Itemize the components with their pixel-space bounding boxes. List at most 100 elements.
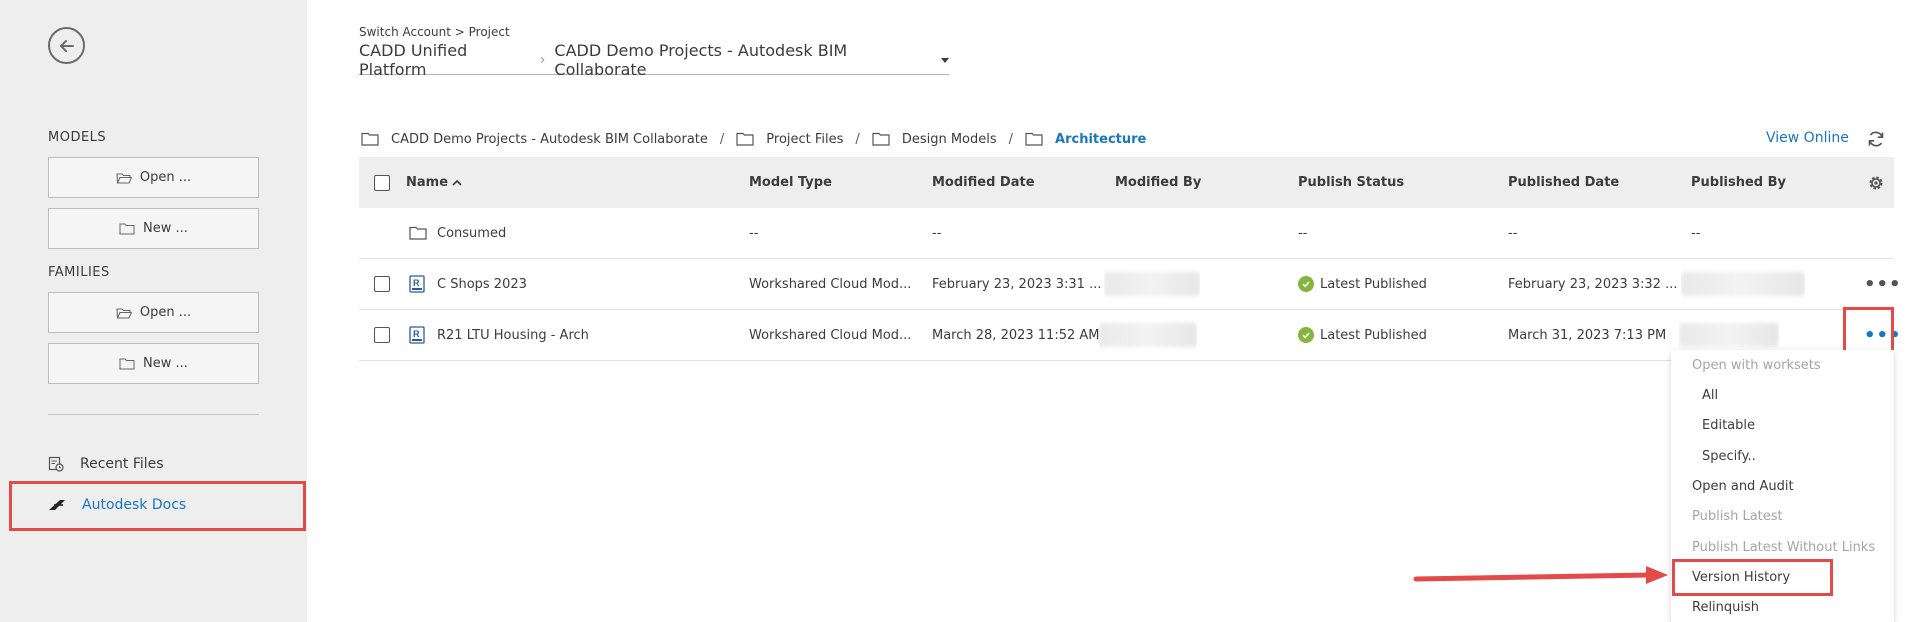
publish-status-label: Latest Published bbox=[1320, 276, 1427, 292]
row-model-type: Workshared Cloud Mod... bbox=[749, 276, 912, 292]
back-button[interactable] bbox=[48, 27, 85, 64]
folder-icon bbox=[119, 358, 135, 369]
models-open-label: Open ... bbox=[139, 170, 192, 185]
row-checkbox-cell[interactable] bbox=[374, 310, 390, 360]
redacted-user bbox=[1681, 272, 1805, 296]
row-modified-by bbox=[1104, 259, 1200, 309]
project-name: CADD Demo Projects - Autodesk BIM Collab… bbox=[554, 41, 848, 79]
account-name: CADD Unified Platform bbox=[359, 41, 468, 79]
select-all-checkbox-cell[interactable] bbox=[374, 157, 390, 208]
breadcrumb-current-architecture: Architecture bbox=[1055, 131, 1147, 147]
version-history-highlight-box bbox=[1672, 559, 1833, 596]
row-name[interactable]: C Shops 2023 bbox=[437, 259, 527, 309]
more-options-icon[interactable]: ••• bbox=[1864, 274, 1902, 295]
row-modified-date: March 28, 2023 11:52 AM bbox=[932, 327, 1100, 343]
column-published-by[interactable]: Published By bbox=[1691, 157, 1786, 208]
chevron-right-icon: › bbox=[539, 52, 546, 68]
folder-icon bbox=[736, 132, 754, 146]
revit-file-icon: R bbox=[409, 326, 425, 344]
row-checkbox[interactable] bbox=[374, 276, 390, 292]
menu-item-publish-latest: Publish Latest bbox=[1692, 508, 1783, 524]
row-name[interactable]: Consumed bbox=[437, 208, 506, 258]
row-actions-button[interactable]: ••• bbox=[1864, 259, 1902, 309]
table-row[interactable]: Consumed -- -- -- -- -- bbox=[359, 208, 1894, 259]
column-name[interactable]: Name bbox=[406, 157, 463, 208]
folder-breadcrumb: CADD Demo Projects - Autodesk BIM Collab… bbox=[361, 128, 1146, 150]
annotation-arrow-icon bbox=[1413, 566, 1668, 584]
menu-item-relinquish[interactable]: Relinquish bbox=[1671, 592, 1894, 622]
menu-item-open-and-audit[interactable]: Open and Audit bbox=[1671, 471, 1894, 501]
row-published-date: February 23, 2023 3:32 ... bbox=[1508, 276, 1678, 292]
svg-text:R: R bbox=[413, 278, 420, 288]
models-section-label: MODELS bbox=[48, 130, 107, 145]
column-publish-status[interactable]: Publish Status bbox=[1298, 157, 1404, 208]
breadcrumb-separator: / bbox=[1008, 131, 1014, 147]
table-row[interactable]: R C Shops 2023 Workshared Cloud Mod... F… bbox=[359, 259, 1901, 310]
chevron-down-icon bbox=[941, 57, 949, 63]
redacted-user bbox=[1099, 323, 1197, 347]
check-circle-icon bbox=[1298, 276, 1314, 292]
models-open-button[interactable]: Open ... bbox=[48, 157, 259, 198]
recent-files-label: Recent Files bbox=[80, 456, 164, 472]
recent-files-icon bbox=[48, 456, 64, 472]
table-header: Name Model Type Modified Date Modified B… bbox=[359, 157, 1894, 208]
menu-item-all[interactable]: All bbox=[1671, 380, 1894, 410]
row-file-icon-cell: R bbox=[409, 259, 425, 309]
row-published-by bbox=[1681, 259, 1805, 309]
menu-item-publish-latest-without-links: Publish Latest Without Links bbox=[1692, 539, 1876, 555]
folder-icon bbox=[409, 226, 427, 240]
breadcrumb-design-models[interactable]: Design Models bbox=[902, 132, 997, 147]
select-all-checkbox[interactable] bbox=[374, 174, 390, 191]
row-publish-status: Latest Published bbox=[1298, 259, 1427, 309]
column-modified-by[interactable]: Modified By bbox=[1115, 157, 1201, 208]
gear-icon[interactable] bbox=[1867, 174, 1885, 192]
check-circle-icon bbox=[1298, 327, 1314, 343]
column-settings[interactable] bbox=[1867, 157, 1885, 208]
models-new-label: New ... bbox=[143, 221, 188, 236]
menu-item-open-with-worksets: Open with worksets bbox=[1692, 357, 1821, 373]
open-folder-icon bbox=[116, 308, 132, 318]
row-file-icon-cell: R bbox=[409, 310, 425, 360]
revit-file-icon: R bbox=[409, 275, 425, 293]
redacted-user bbox=[1104, 272, 1200, 296]
column-model-type[interactable]: Model Type bbox=[749, 157, 832, 208]
families-section-label: FAMILIES bbox=[48, 265, 110, 280]
breadcrumb-project[interactable]: CADD Demo Projects - Autodesk BIM Collab… bbox=[391, 132, 708, 147]
families-open-label: Open ... bbox=[139, 305, 192, 320]
models-new-button[interactable]: New ... bbox=[48, 208, 259, 249]
sidebar-item-recent-files[interactable]: Recent Files bbox=[48, 456, 164, 472]
column-name-label: Name bbox=[406, 175, 449, 190]
breadcrumb-project-files[interactable]: Project Files bbox=[766, 132, 843, 147]
row-checkbox-cell[interactable] bbox=[374, 259, 390, 309]
publish-status-label: Latest Published bbox=[1320, 327, 1427, 343]
svg-text:R: R bbox=[413, 329, 420, 339]
menu-item-editable[interactable]: Editable bbox=[1671, 410, 1894, 440]
row-modified-by bbox=[1099, 310, 1197, 360]
families-new-label: New ... bbox=[143, 356, 188, 371]
row-model-type: Workshared Cloud Mod... bbox=[749, 327, 912, 343]
redacted-user bbox=[1679, 323, 1779, 347]
row-name[interactable]: R21 LTU Housing - Arch bbox=[437, 310, 589, 360]
back-arrow-icon bbox=[59, 39, 74, 52]
row-publish-status: Latest Published bbox=[1298, 310, 1427, 360]
column-modified-date[interactable]: Modified Date bbox=[932, 157, 1035, 208]
menu-item-specify[interactable]: Specify.. bbox=[1671, 441, 1894, 471]
row-folder-icon-cell bbox=[409, 208, 427, 258]
row-published-by: -- bbox=[1691, 225, 1701, 241]
view-online-link[interactable]: View Online bbox=[1766, 130, 1849, 146]
families-new-button[interactable]: New ... bbox=[48, 343, 259, 384]
row-modified-date: -- bbox=[932, 225, 942, 241]
folder-icon bbox=[872, 132, 890, 146]
row-checkbox[interactable] bbox=[374, 327, 390, 343]
account-breadcrumb[interactable]: Switch Account > Project bbox=[359, 25, 510, 39]
table-row[interactable]: R R21 LTU Housing - Arch Workshared Clou… bbox=[359, 310, 1901, 361]
row-modified-date: February 23, 2023 3:31 ... bbox=[932, 276, 1102, 292]
refresh-icon[interactable] bbox=[1866, 129, 1886, 149]
column-published-date[interactable]: Published Date bbox=[1508, 157, 1619, 208]
families-open-button[interactable]: Open ... bbox=[48, 292, 259, 333]
breadcrumb-separator: / bbox=[855, 131, 860, 147]
folder-icon bbox=[1025, 132, 1043, 146]
folder-icon bbox=[119, 223, 135, 234]
row-published-date: March 31, 2023 7:13 PM bbox=[1508, 327, 1667, 343]
project-selector[interactable]: CADD Unified Platform › CADD Demo Projec… bbox=[359, 41, 949, 79]
